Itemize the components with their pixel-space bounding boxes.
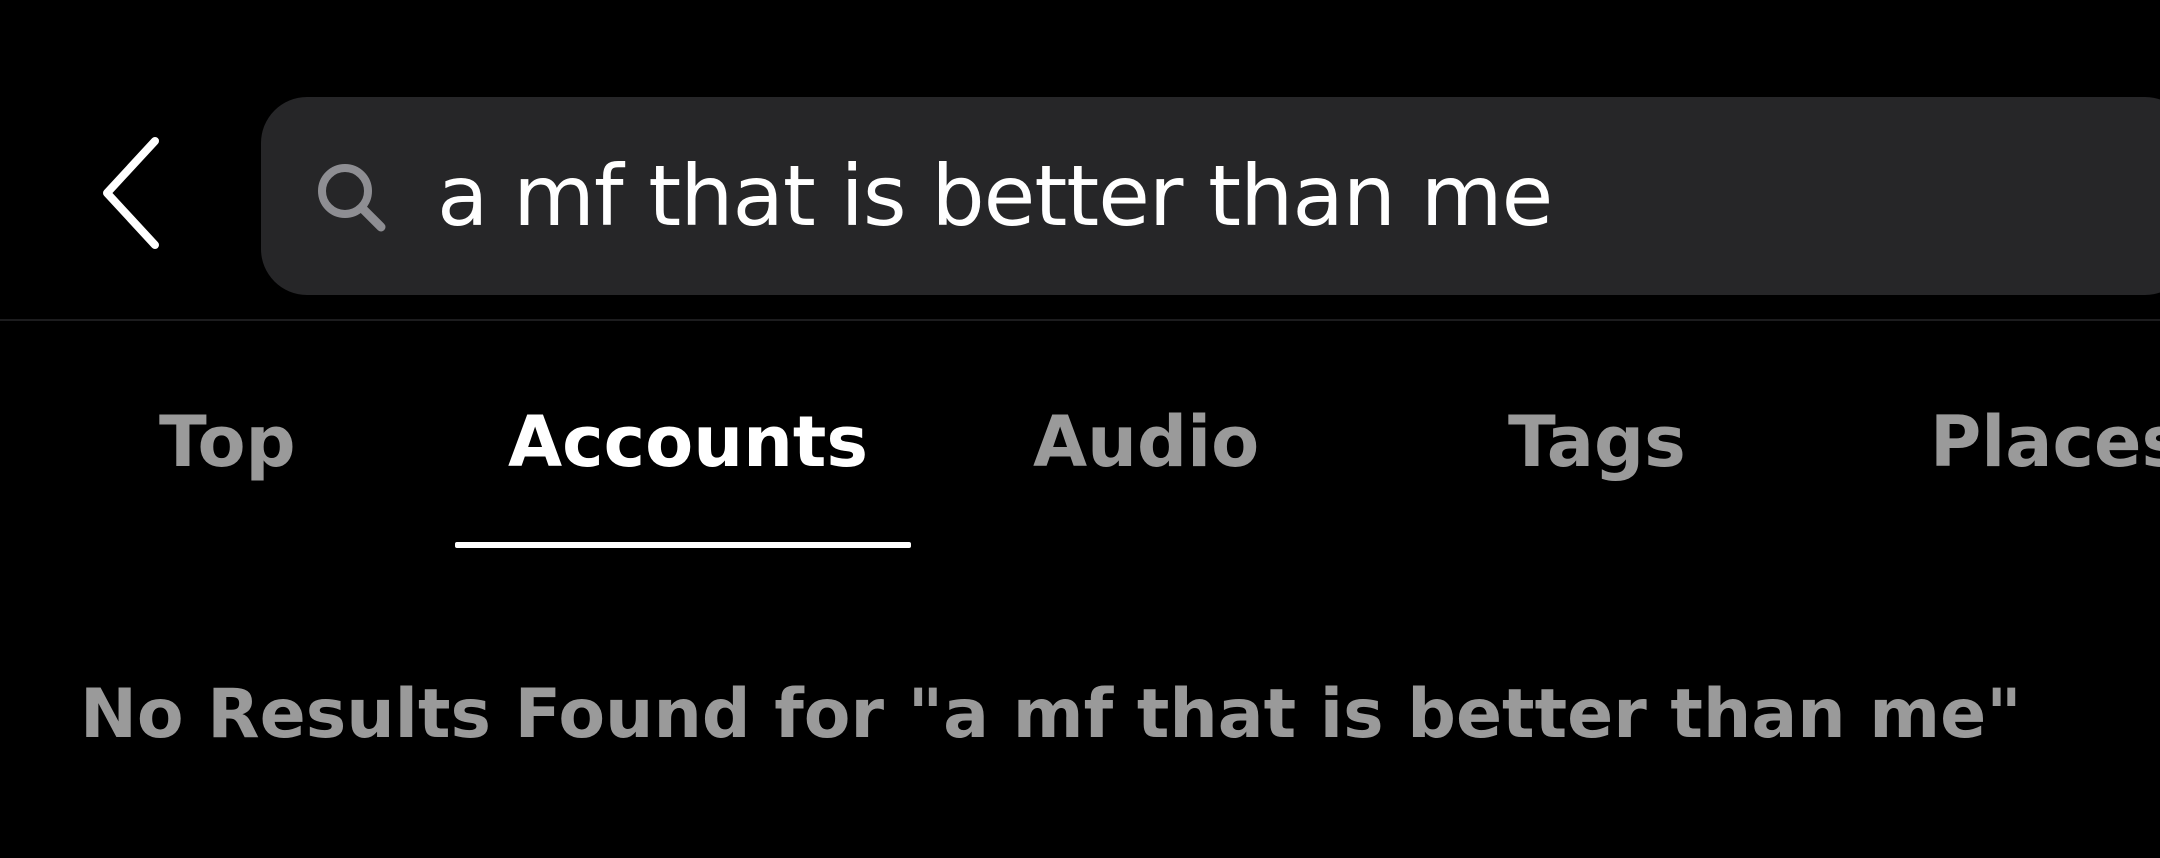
chevron-left-icon	[97, 133, 167, 253]
tab-audio[interactable]: Audio	[1033, 392, 1259, 492]
tab-places[interactable]: Places	[1930, 392, 2160, 492]
no-results-message: No Results Found for "a mf that is bette…	[80, 675, 2022, 754]
search-header	[0, 0, 2160, 321]
tab-accounts[interactable]: Accounts	[508, 392, 868, 492]
tab-top[interactable]: Top	[159, 392, 296, 492]
search-tabs: Top Accounts Audio Tags Places	[0, 322, 2160, 552]
search-icon	[313, 159, 389, 235]
tab-tags[interactable]: Tags	[1508, 392, 1686, 492]
search-input[interactable]	[437, 125, 1937, 267]
active-tab-indicator	[455, 542, 911, 548]
back-button[interactable]	[84, 125, 180, 261]
search-bar[interactable]	[261, 97, 2160, 295]
